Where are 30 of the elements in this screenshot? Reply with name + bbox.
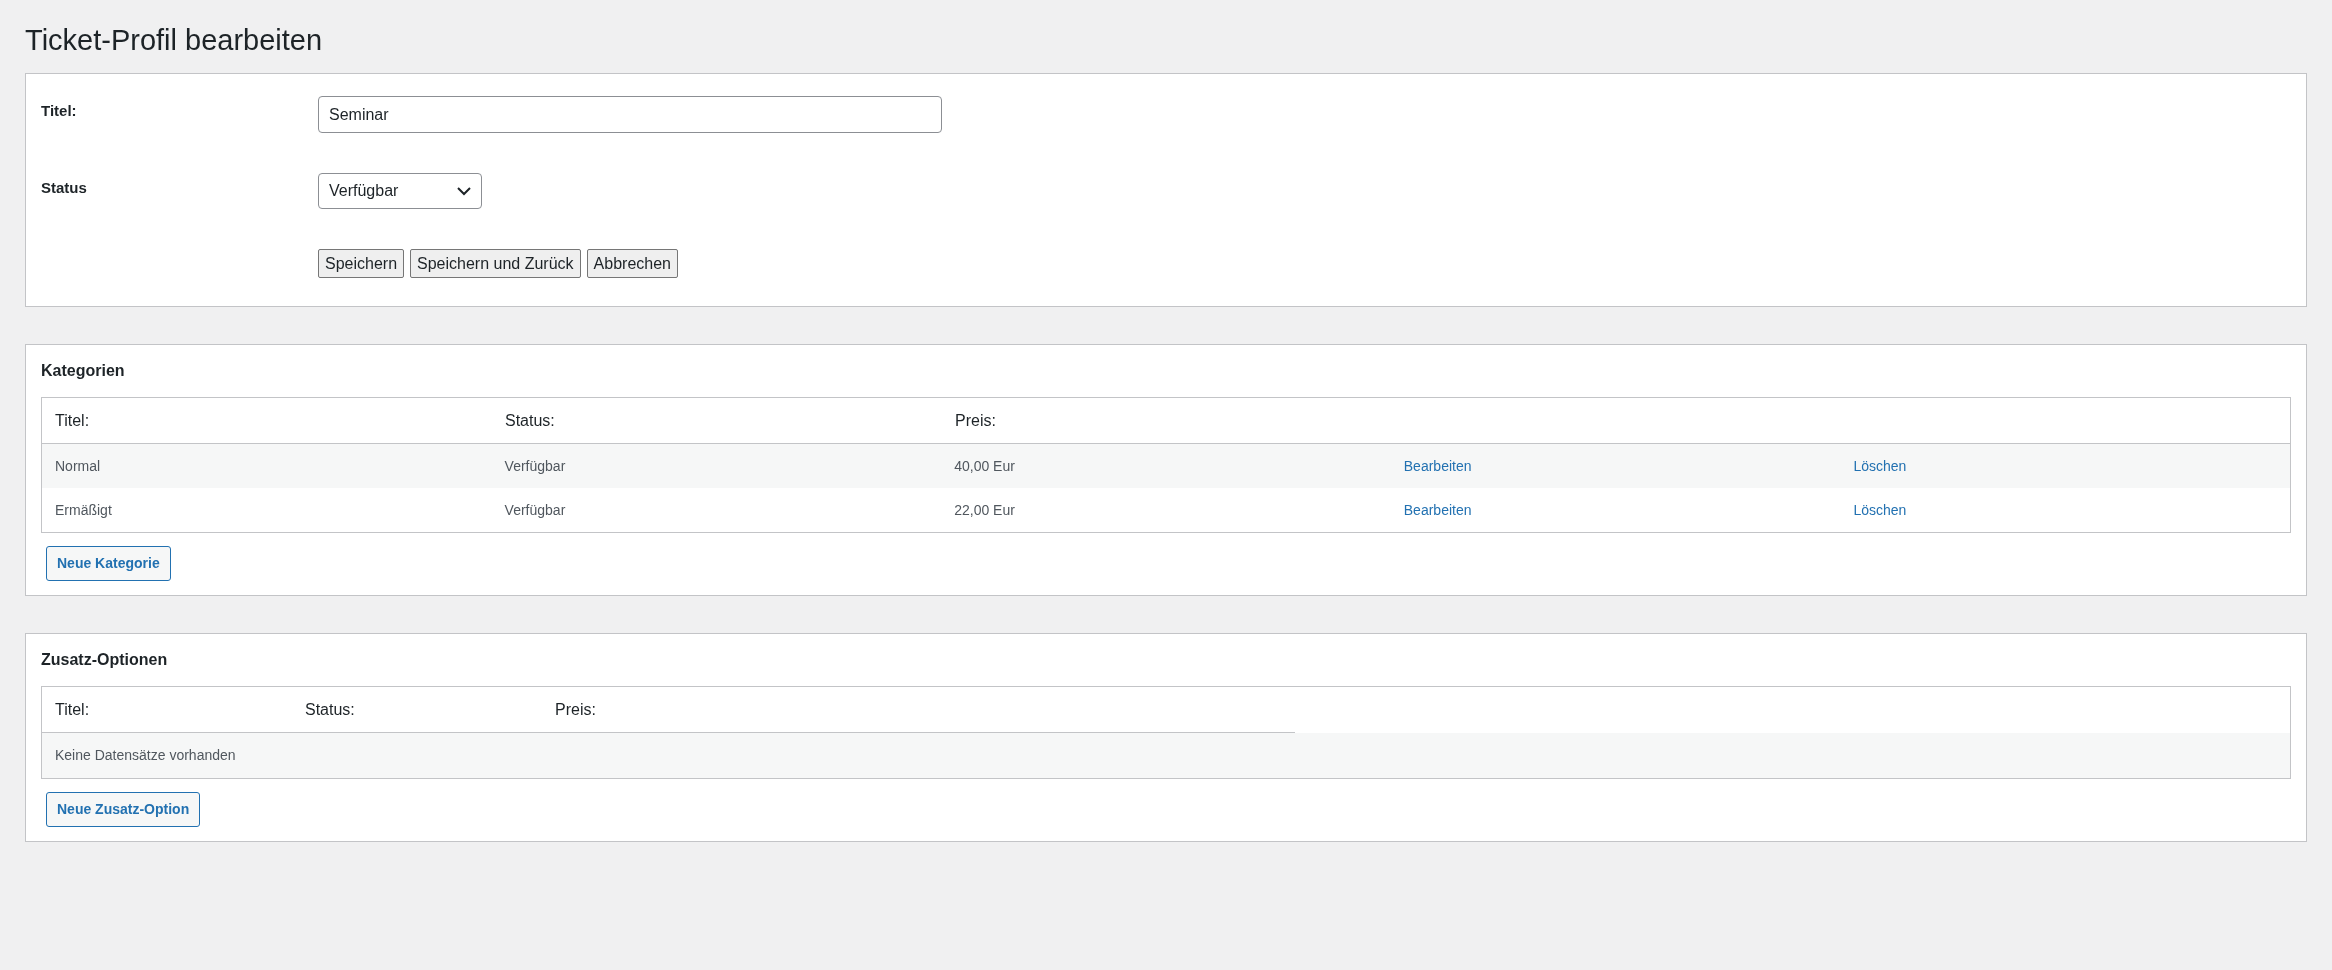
column-header: Preis: bbox=[954, 410, 997, 431]
page-title: Ticket-Profil bearbeiten bbox=[25, 23, 324, 58]
add-option-button[interactable]: Neue Zusatz-Option bbox=[46, 792, 201, 827]
edit-link[interactable]: Bearbeiten bbox=[1403, 501, 1472, 518]
column-header: Preis: bbox=[554, 699, 597, 720]
form-button[interactable]: Speichern und Zurück bbox=[410, 249, 581, 278]
field-label: Titel: bbox=[41, 101, 78, 121]
empty-message: Keine Datensätze vorhanden bbox=[54, 746, 236, 765]
table-cell-text: 22,00 Eur bbox=[953, 500, 1016, 520]
form-button[interactable]: Speichern bbox=[318, 249, 405, 278]
column-header: Titel: bbox=[54, 699, 91, 720]
column-header: Titel: bbox=[54, 410, 91, 431]
column-header: Status: bbox=[504, 410, 556, 431]
table-cell-text: 40,00 Eur bbox=[953, 456, 1016, 476]
delete-link[interactable]: Löschen bbox=[1853, 457, 1907, 474]
table-cell-text: Normal bbox=[54, 456, 102, 476]
chevron-down-icon bbox=[457, 186, 471, 196]
delete-link[interactable]: Löschen bbox=[1853, 501, 1907, 518]
column-header: Status: bbox=[304, 699, 356, 720]
add-category-button[interactable]: Neue Kategorie bbox=[46, 546, 171, 581]
section-heading: Zusatz-Optionen bbox=[41, 650, 169, 670]
edit-link[interactable]: Bearbeiten bbox=[1403, 457, 1472, 474]
section-heading: Kategorien bbox=[41, 361, 126, 381]
table-cell-text: Verfügbar bbox=[503, 456, 567, 476]
form-button[interactable]: Abbrechen bbox=[586, 249, 678, 278]
field-label: Status bbox=[41, 178, 88, 198]
table-cell-text: Ermäßigt bbox=[54, 500, 113, 520]
status-select[interactable]: Verfügbar bbox=[318, 173, 482, 209]
title-input[interactable]: Seminar bbox=[318, 96, 942, 133]
table-cell-text: Verfügbar bbox=[503, 500, 567, 520]
